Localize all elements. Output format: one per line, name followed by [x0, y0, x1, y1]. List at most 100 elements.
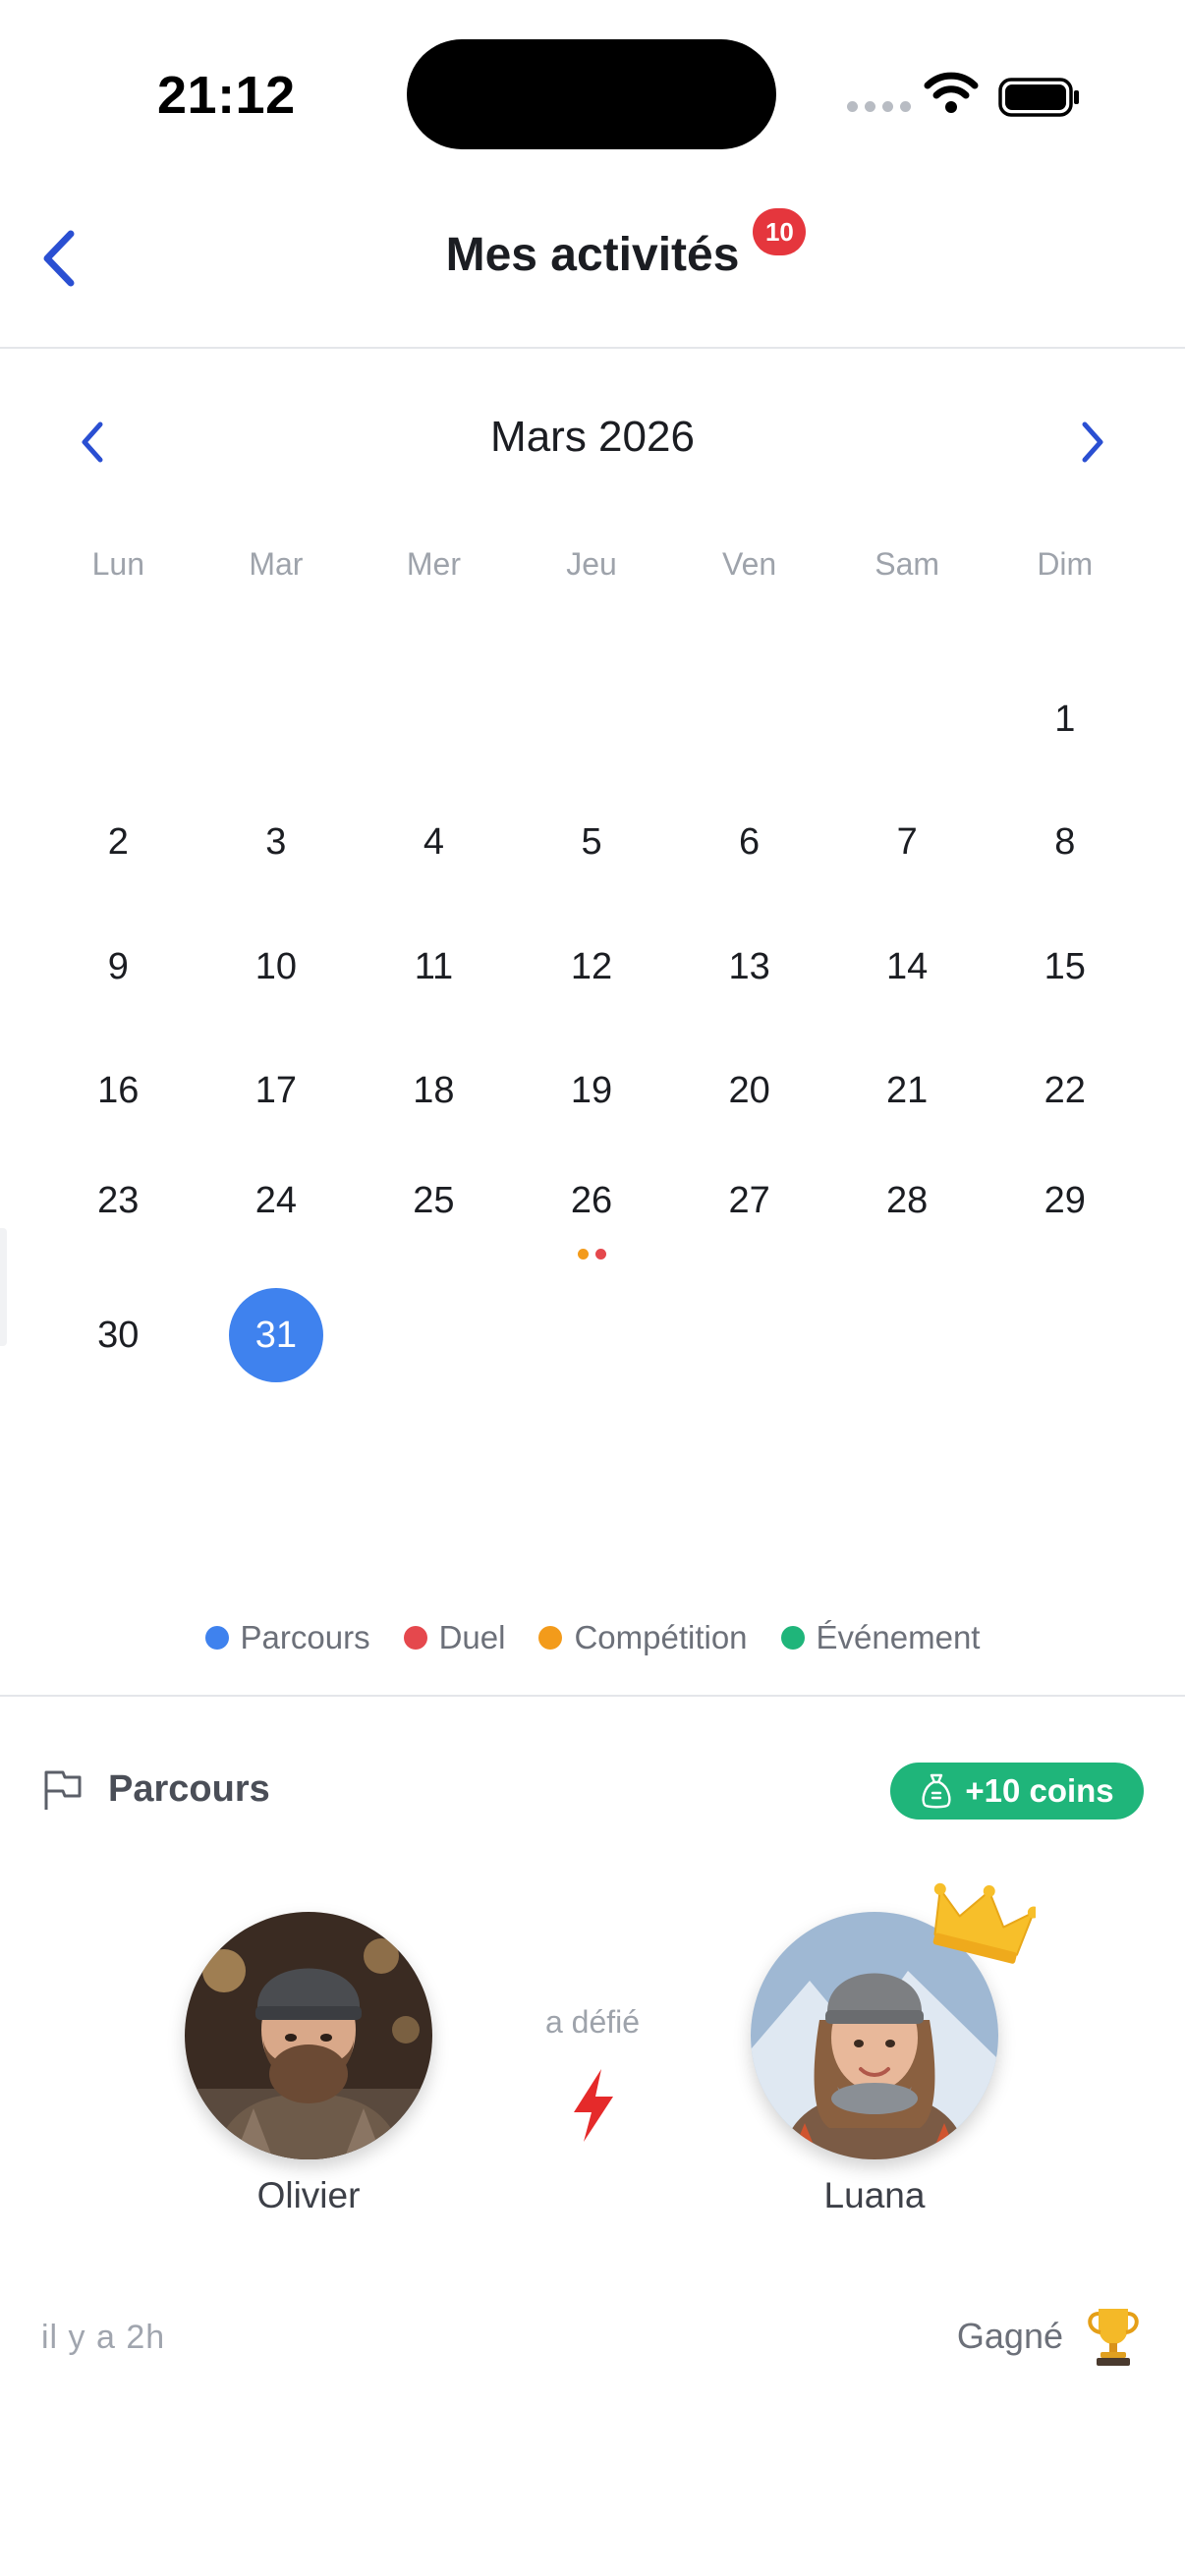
calendar-legend: Parcours Duel Compétition Événement: [0, 1619, 1185, 1656]
result-label: Gagné: [956, 2316, 1063, 2356]
calendar-day-17[interactable]: 17: [198, 1056, 356, 1125]
legend-item-duel: Duel: [403, 1619, 506, 1656]
calendar-day-11[interactable]: 11: [355, 932, 513, 1001]
calendar-empty-cell: [986, 1301, 1144, 1370]
calendar-day-21[interactable]: 21: [828, 1056, 987, 1125]
page-title: Mes activités: [445, 229, 740, 281]
avatar-challenger[interactable]: [185, 1912, 432, 2159]
calendar-day-number: 13: [728, 946, 770, 987]
calendar-day-4[interactable]: 4: [355, 808, 513, 876]
calendar-day-number: 18: [413, 1070, 455, 1111]
calendar-week-row: 23 24 25 26 27 28 29: [39, 1166, 1144, 1260]
calendar-empty-cell: [355, 685, 513, 754]
calendar-day-number: 28: [886, 1180, 929, 1221]
calendar-day-number: 25: [413, 1180, 455, 1221]
calendar-day-3[interactable]: 3: [198, 808, 356, 876]
calendar-day-18[interactable]: 18: [355, 1056, 513, 1125]
calendar-day-2[interactable]: 2: [39, 808, 198, 876]
calendar-day-10[interactable]: 10: [198, 932, 356, 1001]
calendar-day-25[interactable]: 25: [355, 1166, 513, 1235]
challenge-verb: a défié: [544, 2004, 641, 2040]
weekday-header: Lun Mar Mer Jeu Ven Sam Dim: [39, 546, 1144, 583]
calendar-day-number: 23: [97, 1180, 140, 1221]
calendar-day-7[interactable]: 7: [828, 808, 987, 876]
event-indicator-dots: [513, 1249, 671, 1260]
calendar-day-number: 8: [1054, 821, 1076, 863]
calendar-day-29[interactable]: 29: [986, 1166, 1144, 1235]
reward-label: +10 coins: [965, 1772, 1114, 1809]
calendar-week-row: 2 3 4 5 6 7 8: [39, 808, 1144, 876]
calendar-day-9[interactable]: 9: [39, 932, 198, 1001]
legend-dot: [403, 1626, 427, 1650]
calendar-day-number: 16: [97, 1070, 140, 1111]
opponent-name: Luana: [823, 2175, 926, 2215]
avatar-photo: [185, 1912, 432, 2159]
calendar-empty-cell: [828, 1301, 987, 1370]
next-month-button[interactable]: [1069, 413, 1114, 472]
weekday-label: Lun: [91, 546, 144, 582]
calendar-day-28[interactable]: 28: [828, 1166, 987, 1235]
calendar-day-number: 26: [570, 1180, 613, 1221]
lightning-icon: [574, 2069, 613, 2142]
coin-bag-icon: [922, 1773, 951, 1809]
calendar-day-number: 30: [97, 1315, 140, 1356]
notification-badge: 10: [753, 208, 807, 255]
calendar-empty-cell: [828, 685, 987, 754]
calendar-day-23[interactable]: 23: [39, 1166, 198, 1235]
calendar-day-number: 15: [1044, 946, 1086, 987]
status-time: 21:12: [157, 66, 296, 125]
month-label: Mars 2026: [490, 413, 695, 461]
calendar-day-27[interactable]: 27: [670, 1166, 828, 1235]
event-dot: [577, 1249, 589, 1260]
calendar-day-19[interactable]: 19: [513, 1056, 671, 1125]
calendar-day-number: 7: [896, 821, 918, 863]
calendar-day-number: 4: [423, 821, 445, 863]
calendar-day-30[interactable]: 30: [39, 1301, 198, 1370]
legend-label: Duel: [438, 1619, 506, 1655]
battery-icon: [998, 78, 1079, 117]
calendar-week-row: 16 17 18 19 20 21 22: [39, 1056, 1144, 1125]
calendar-day-number: 9: [107, 946, 129, 987]
calendar-day-number: 19: [570, 1070, 613, 1111]
activity-type-label: Parcours: [108, 1768, 270, 1810]
calendar-day-15[interactable]: 15: [986, 932, 1144, 1001]
calendar-day-number: 27: [728, 1180, 770, 1221]
calendar-day-22[interactable]: 22: [986, 1056, 1144, 1125]
calendar-day-number: 29: [1044, 1180, 1086, 1221]
wifi-icon: [924, 72, 979, 113]
weekday-label: Mar: [249, 546, 304, 582]
calendar-day-14[interactable]: 14: [828, 932, 987, 1001]
calendar-day-number: 14: [886, 946, 929, 987]
weekday-label: Mer: [406, 546, 461, 582]
calendar-day-31[interactable]: 31: [198, 1288, 356, 1382]
calendar-day-24[interactable]: 24: [198, 1166, 356, 1235]
calendar-day-number: 22: [1044, 1070, 1086, 1111]
legend-divider: [0, 1695, 1185, 1697]
calendar-day-number: 1: [1054, 699, 1076, 740]
calendar-day-13[interactable]: 13: [670, 932, 828, 1001]
calendar-day-5[interactable]: 5: [513, 808, 671, 876]
calendar-day-6[interactable]: 6: [670, 808, 828, 876]
calendar-empty-cell: [513, 685, 671, 754]
calendar-day-12[interactable]: 12: [513, 932, 671, 1001]
chevron-right-icon: [1082, 421, 1103, 463]
calendar-day-number: 6: [739, 821, 761, 863]
calendar-day-8[interactable]: 8: [986, 808, 1144, 876]
calendar-day-16[interactable]: 16: [39, 1056, 198, 1125]
calendar-week-row: 1: [39, 685, 1144, 754]
calendar-day-number: 12: [570, 946, 613, 987]
calendar-day-26[interactable]: 26: [513, 1166, 671, 1260]
edge-handle: [0, 1228, 7, 1346]
calendar-day-1[interactable]: 1: [986, 685, 1144, 754]
calendar-empty-cell: [198, 685, 356, 754]
calendar-day-number: 2: [107, 821, 129, 863]
calendar-day-number: 10: [254, 946, 297, 987]
weekday-label: Ven: [722, 546, 777, 582]
calendar-day-20[interactable]: 20: [670, 1056, 828, 1125]
reward-badge[interactable]: +10 coins: [890, 1763, 1144, 1820]
challenger-name: Olivier: [256, 2175, 361, 2215]
weekday-label: Jeu: [566, 546, 617, 582]
calendar-day-number: 20: [728, 1070, 770, 1111]
calendar-day-number: 11: [414, 946, 454, 987]
activity-result: Gagné: [957, 2305, 1144, 2368]
